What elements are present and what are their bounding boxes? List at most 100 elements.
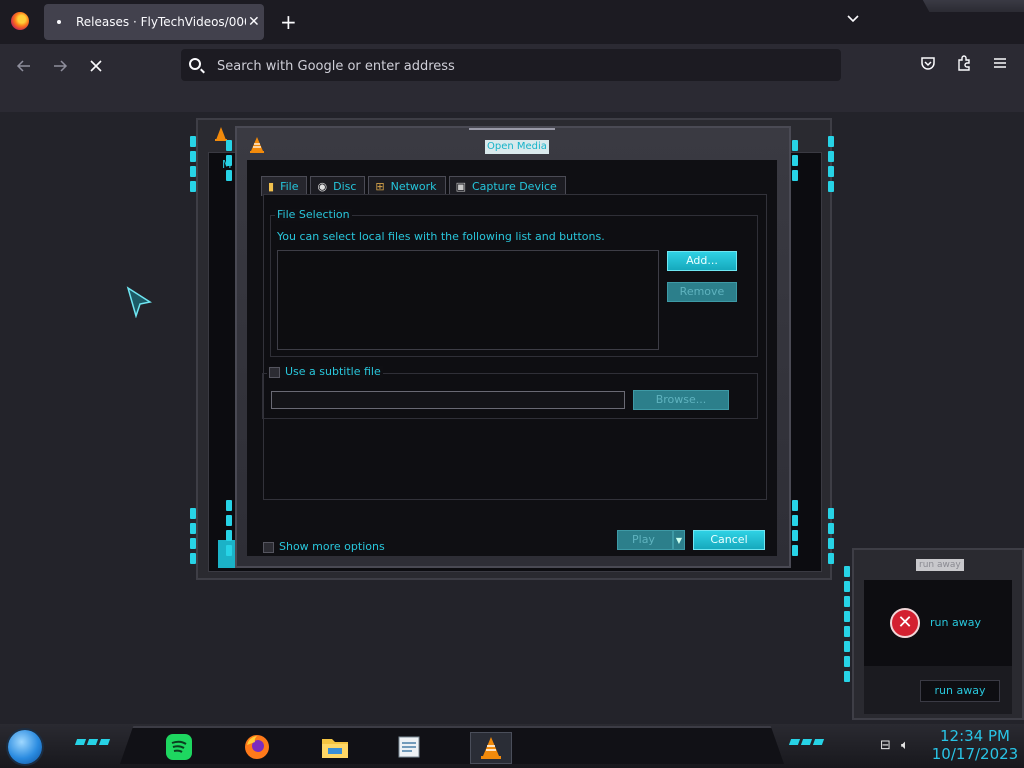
toolbar-spacer [0, 88, 1024, 112]
firefox-menu-icon[interactable] [11, 12, 29, 30]
remove-button-label: Remove [679, 285, 725, 298]
pocket-icon[interactable] [918, 55, 938, 75]
cancel-button[interactable]: Cancel [693, 530, 765, 550]
error-message: run away [930, 616, 981, 629]
back-button[interactable] [8, 44, 40, 88]
firefox-icon[interactable] [242, 732, 272, 762]
taskbar-accent [74, 739, 112, 745]
clock[interactable]: 12:34 PM 10/17/2023 [930, 727, 1020, 763]
network-icon: ⊞ [375, 180, 385, 193]
subtitle-checkbox[interactable] [269, 366, 280, 378]
frame-accent [226, 500, 232, 560]
tab-capture-device[interactable]: ▣ Capture Device [448, 176, 566, 196]
spotify-icon[interactable] [164, 732, 194, 762]
cancel-button-label: Cancel [710, 533, 748, 546]
dialog-title-line [469, 128, 555, 130]
start-button[interactable] [8, 730, 42, 764]
frame-accent [226, 140, 232, 185]
app-menu-icon[interactable] [990, 55, 1010, 75]
show-more-options-checkbox[interactable] [263, 541, 274, 553]
capture-device-icon: ▣ [455, 180, 466, 193]
remove-button[interactable]: Remove [667, 282, 737, 302]
frame-accent [844, 566, 850, 686]
tab-label: File [280, 180, 299, 193]
error-dialog[interactable]: run away ✕ run away run away [852, 548, 1024, 720]
back-arrow-icon [16, 60, 30, 72]
dialog-title: Open Media [485, 140, 549, 154]
mouse-cursor-icon [126, 286, 152, 318]
media-source-tabs: ▮ File ◉ Disc ⊞ Network ▣ Capture Device [261, 176, 569, 196]
forward-arrow-icon [54, 60, 68, 72]
taskbar-accent [788, 739, 826, 745]
extensions-icon[interactable] [954, 55, 974, 75]
browser-tab[interactable]: Releases · FlyTechVideos/000exe ✕ [44, 4, 264, 40]
vlc-icon [250, 137, 264, 153]
tab-disc[interactable]: ◉ Disc [310, 176, 366, 196]
tab-title: Releases · FlyTechVideos/000exe [76, 15, 246, 29]
vlc-taskbar-button[interactable] [470, 732, 512, 764]
dialog-body: ▮ File ◉ Disc ⊞ Network ▣ Capture Device… [247, 160, 777, 556]
frame-accent [828, 136, 834, 196]
browse-button[interactable]: Browse... [633, 390, 729, 410]
file-selection-legend: File Selection [275, 208, 352, 221]
run-away-button[interactable]: run away [920, 680, 1000, 702]
open-media-dialog[interactable]: Open Media ▮ File ◉ Disc ⊞ Network ▣ Cap… [235, 126, 791, 568]
tab-label: Network [390, 180, 437, 193]
file-explorer-icon[interactable] [320, 732, 350, 762]
new-tab-button[interactable]: + [280, 10, 297, 34]
frame-accent [190, 136, 196, 196]
tab-label: Capture Device [471, 180, 557, 193]
notepad-icon[interactable] [394, 732, 424, 762]
tab-file[interactable]: ▮ File [261, 176, 308, 196]
file-selection-hint: You can select local files with the foll… [277, 230, 605, 243]
file-icon: ▮ [268, 180, 275, 193]
volume-icon[interactable]: 🔈︎ [901, 738, 909, 753]
play-button[interactable]: Play [617, 530, 673, 550]
file-tab-panel: File Selection You can select local file… [262, 194, 767, 500]
frame-accent [828, 508, 834, 568]
network-icon[interactable]: ⊟ [880, 738, 891, 753]
add-button[interactable]: Add... [667, 251, 737, 271]
address-input[interactable] [215, 49, 819, 83]
taskbar: ⊟ 🔈︎ 12:34 PM 10/17/2023 [0, 724, 1024, 768]
play-dropdown-button[interactable]: ▼ [673, 530, 685, 550]
vlc-icon [481, 737, 501, 759]
navigation-toolbar [0, 44, 1024, 112]
tab-label: Disc [333, 180, 357, 193]
file-selection-group: File Selection You can select local file… [270, 209, 758, 357]
search-icon [189, 58, 201, 70]
disc-icon: ◉ [317, 180, 328, 193]
subtitle-checkbox-row[interactable]: Use a subtitle file [267, 366, 383, 378]
list-all-tabs-icon[interactable] [846, 12, 860, 26]
tab-close-icon[interactable]: ✕ [248, 14, 260, 30]
address-bar[interactable] [181, 49, 841, 83]
error-icon: ✕ [890, 608, 920, 638]
show-more-options[interactable]: Show more options [263, 540, 385, 553]
chevron-down-icon: ▼ [675, 536, 683, 545]
subtitle-checkbox-label: Use a subtitle file [285, 365, 381, 378]
taskbar-rail [120, 726, 784, 764]
error-dialog-body: ✕ run away run away [864, 580, 1012, 714]
system-tray: ⊟ 🔈︎ [880, 738, 909, 753]
stop-loading-button[interactable] [80, 44, 112, 88]
frame-accent [792, 500, 798, 560]
window-frame-edge [922, 0, 1024, 12]
file-list[interactable] [277, 250, 659, 350]
add-button-label: Add... [686, 254, 718, 267]
error-dialog-title: run away [916, 559, 964, 571]
tab-strip: Releases · FlyTechVideos/000exe ✕ + [0, 0, 1024, 44]
loading-dot-icon [57, 20, 61, 24]
frame-accent [792, 140, 798, 185]
browse-button-label: Browse... [655, 393, 707, 406]
subtitle-file-input[interactable] [271, 391, 625, 409]
show-more-options-label: Show more options [279, 540, 385, 553]
play-button-label: Play [632, 533, 655, 546]
clock-date: 10/17/2023 [931, 745, 1019, 763]
run-away-button-label: run away [934, 684, 986, 697]
forward-button[interactable] [44, 44, 76, 88]
clock-time: 12:34 PM [940, 727, 1010, 745]
tab-network[interactable]: ⊞ Network [368, 176, 446, 196]
frame-accent [190, 508, 196, 568]
subtitle-group: Use a subtitle file Browse... [262, 366, 758, 419]
error-button-bar: run away [864, 666, 1012, 714]
